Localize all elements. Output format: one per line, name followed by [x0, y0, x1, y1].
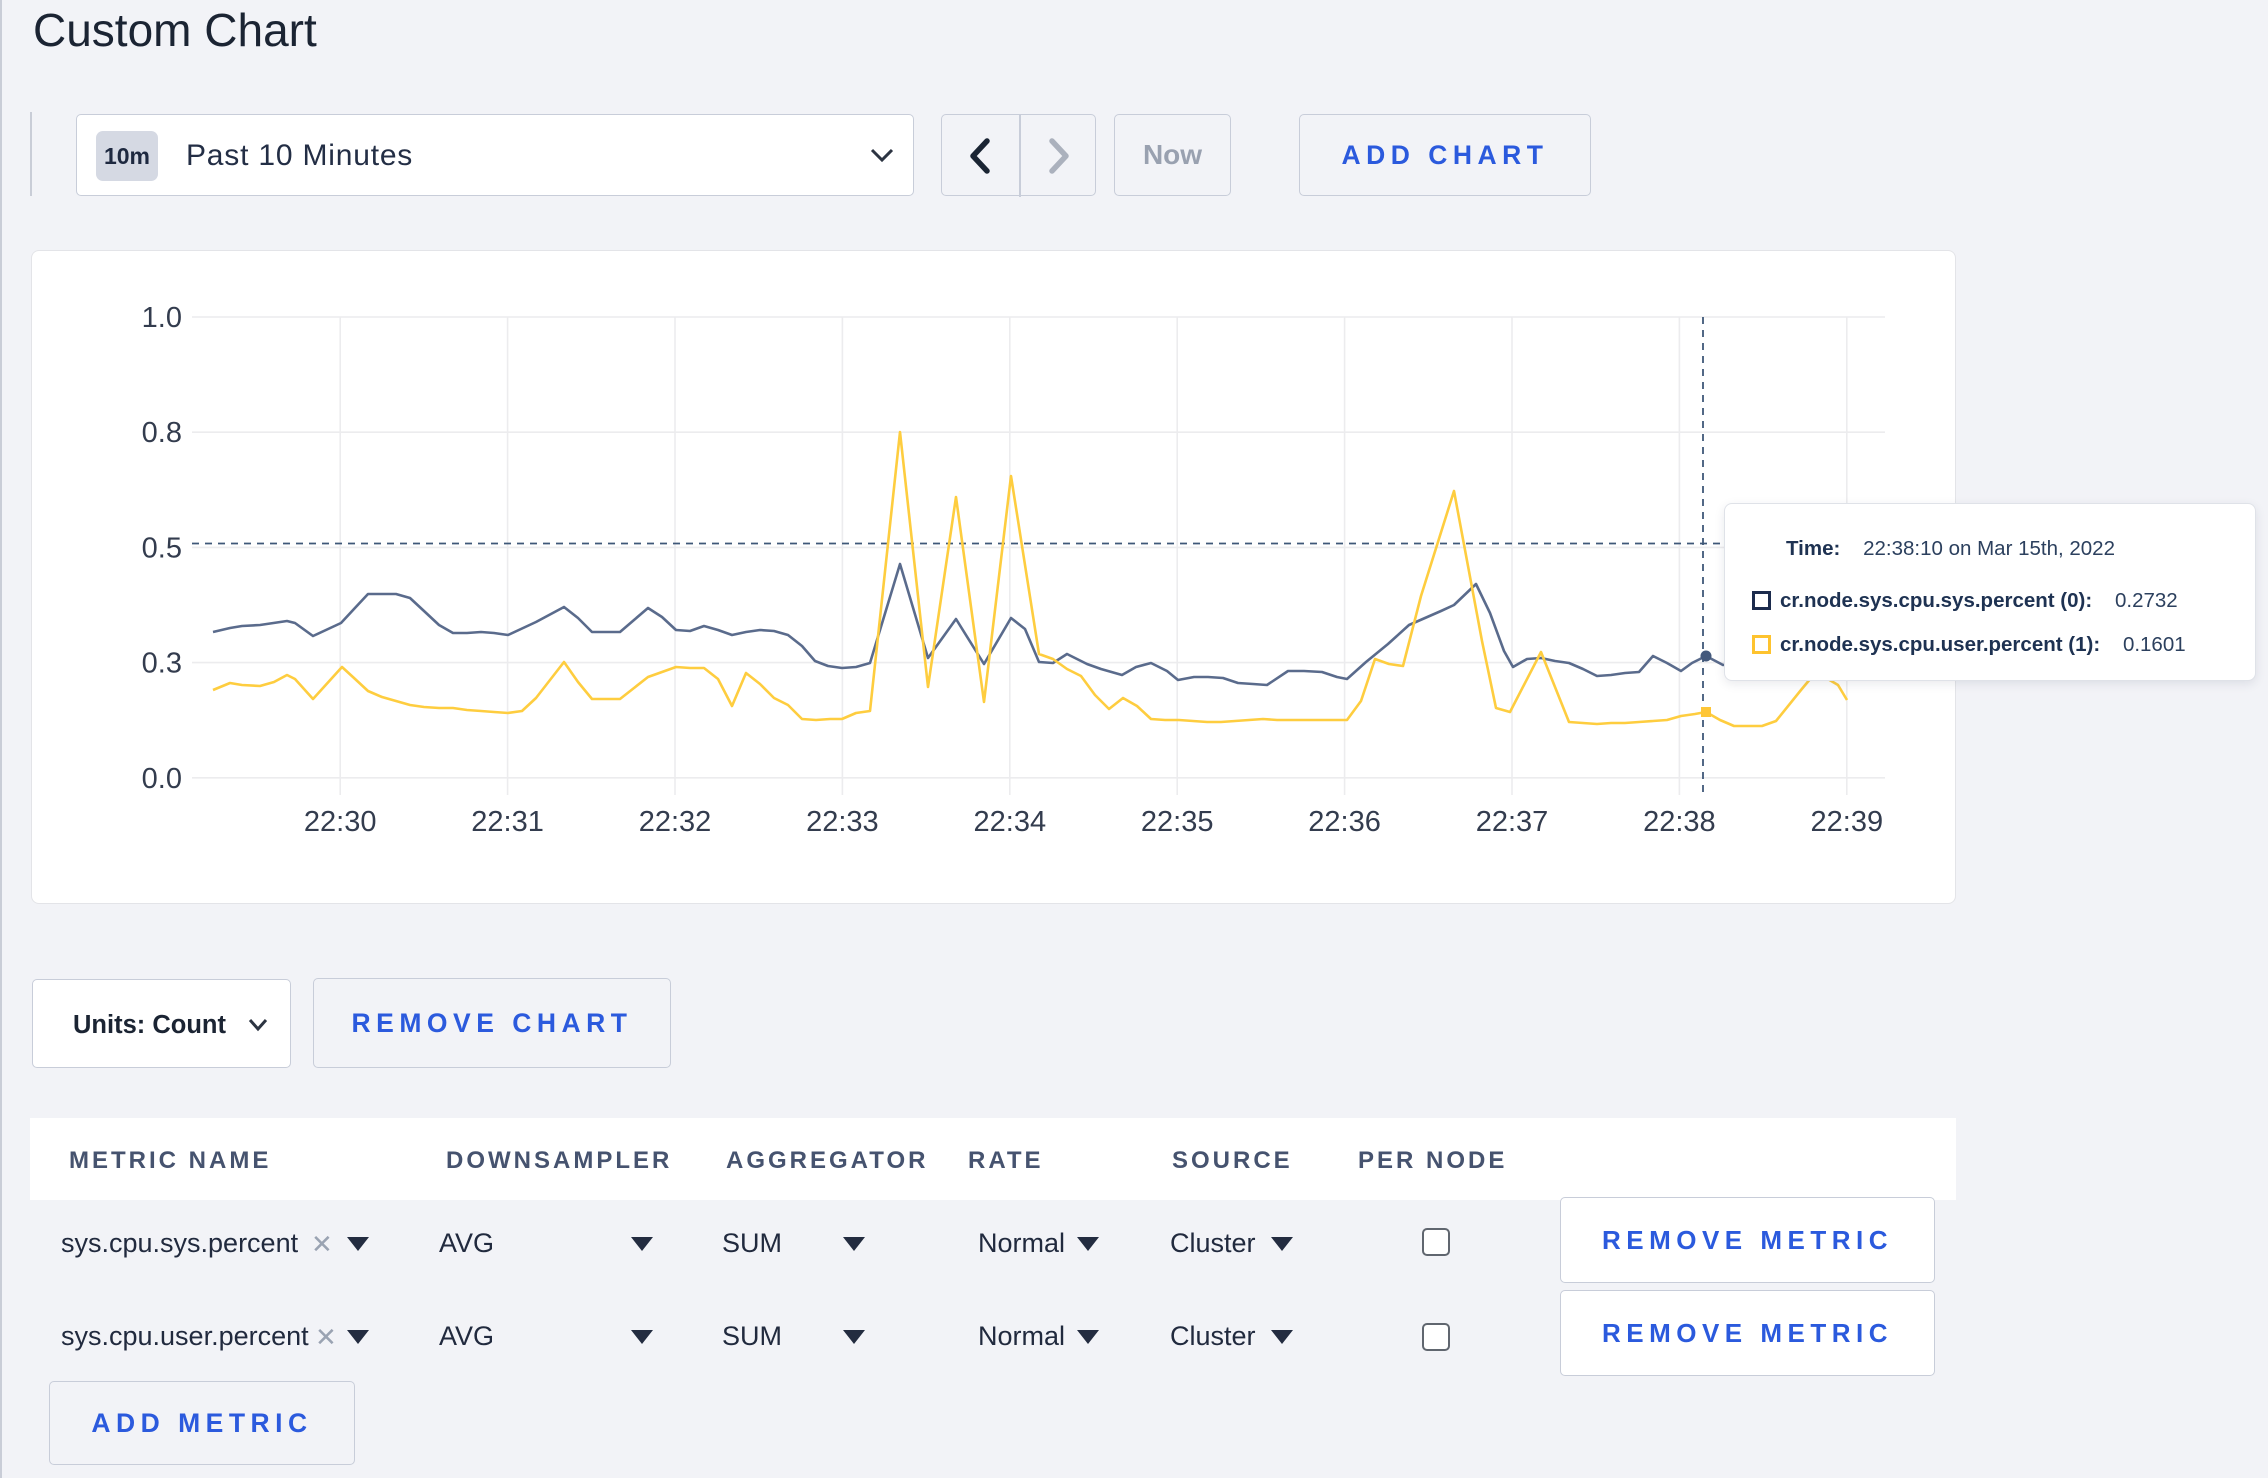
- svg-text:22:33: 22:33: [806, 806, 879, 838]
- svg-text:22:30: 22:30: [304, 806, 377, 838]
- svg-text:1.0: 1.0: [142, 302, 182, 334]
- svg-text:0.5: 0.5: [142, 532, 182, 564]
- svg-text:22:34: 22:34: [974, 806, 1047, 838]
- svg-text:0.0: 0.0: [142, 763, 182, 795]
- svg-text:22:31: 22:31: [471, 806, 544, 838]
- svg-text:22:32: 22:32: [639, 806, 712, 838]
- svg-text:22:36: 22:36: [1308, 806, 1381, 838]
- svg-text:22:35: 22:35: [1141, 806, 1214, 838]
- svg-text:0.3: 0.3: [142, 648, 182, 680]
- svg-text:22:38: 22:38: [1643, 806, 1716, 838]
- svg-text:22:39: 22:39: [1811, 806, 1884, 838]
- svg-text:0.8: 0.8: [142, 417, 182, 449]
- svg-text:22:37: 22:37: [1476, 806, 1549, 838]
